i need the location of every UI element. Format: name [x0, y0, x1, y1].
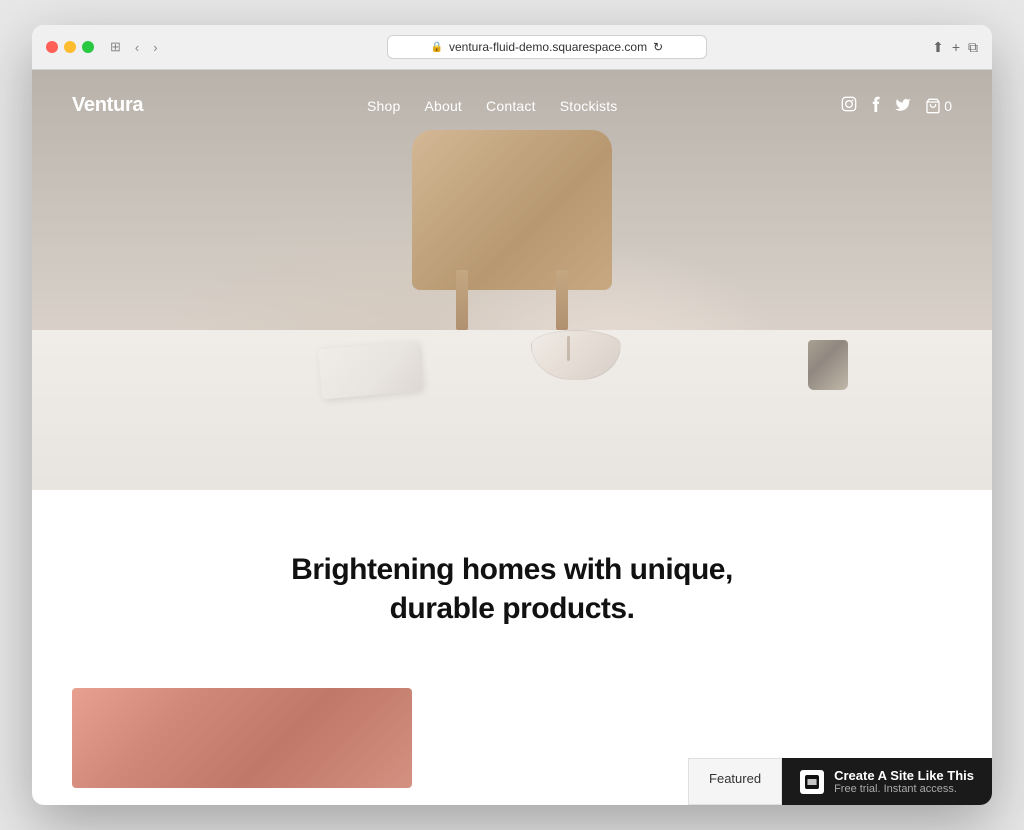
cart-icon[interactable]: 0 [925, 98, 952, 114]
new-tab-button[interactable]: + [952, 39, 960, 55]
chair [372, 130, 652, 330]
share-button[interactable]: ⬆ [932, 39, 944, 56]
squarespace-cta-sub: Free trial. Instant access. [834, 783, 974, 795]
squarespace-cta-title: Create A Site Like This [834, 768, 974, 783]
featured-label: Featured [688, 758, 782, 805]
url-text: ventura-fluid-demo.squarespace.com [449, 40, 647, 54]
browser-controls: ⊞ ‹ › [106, 37, 162, 57]
hero-section: Ventura Shop About Contact Stockists [32, 70, 992, 490]
tagline: Brightening homes with unique, durable p… [262, 550, 762, 628]
address-bar[interactable]: 🔒 ventura-fluid-demo.squarespace.com ↻ [387, 35, 707, 59]
tagline-line1: Brightening homes with unique, [291, 553, 733, 586]
cart-count: 0 [944, 98, 952, 114]
mug [808, 340, 848, 390]
close-button[interactable] [46, 41, 58, 53]
bottom-bar: Featured Create A Site Like This Free tr… [688, 758, 992, 805]
forward-button[interactable]: › [149, 38, 161, 57]
sidebar-toggle-icon[interactable]: ⊞ [106, 37, 125, 57]
reload-icon[interactable]: ↻ [653, 40, 663, 54]
chair-leg-right [556, 270, 568, 330]
windows-button[interactable]: ⧉ [968, 39, 978, 56]
nav-social: 0 [841, 96, 952, 116]
minimize-button[interactable] [64, 41, 76, 53]
squarespace-logo [800, 770, 824, 794]
nav-links: Shop About Contact Stockists [367, 98, 618, 114]
site-logo[interactable]: Ventura [72, 94, 143, 117]
traffic-lights [46, 41, 94, 53]
back-button[interactable]: ‹ [131, 38, 143, 57]
nav-contact[interactable]: Contact [486, 98, 536, 114]
squarespace-text: Create A Site Like This Free trial. Inst… [834, 768, 974, 795]
bowl [531, 330, 621, 390]
browser-window: ⊞ ‹ › 🔒 ventura-fluid-demo.squarespace.c… [32, 25, 992, 805]
content-section: Brightening homes with unique, durable p… [32, 490, 992, 688]
nav-about[interactable]: About [424, 98, 462, 114]
lock-icon: 🔒 [431, 42, 443, 53]
chair-leg-left [456, 270, 468, 330]
chair-back-panel [412, 130, 612, 290]
site-navigation: Ventura Shop About Contact Stockists [32, 70, 992, 141]
squarespace-banner[interactable]: Create A Site Like This Free trial. Inst… [782, 758, 992, 805]
address-bar-container: 🔒 ventura-fluid-demo.squarespace.com ↻ [174, 35, 920, 59]
instagram-icon[interactable] [841, 96, 857, 116]
page-content: Ventura Shop About Contact Stockists [32, 70, 992, 788]
nav-stockists[interactable]: Stockists [560, 98, 618, 114]
browser-chrome: ⊞ ‹ › 🔒 ventura-fluid-demo.squarespace.c… [32, 25, 992, 70]
bowl-body [531, 330, 621, 380]
maximize-button[interactable] [82, 41, 94, 53]
browser-actions: ⬆ + ⧉ [932, 39, 978, 56]
napkin [318, 341, 422, 400]
product-image[interactable] [72, 688, 412, 788]
table-surface [32, 330, 992, 490]
page-wrapper: Ventura Shop About Contact Stockists [32, 70, 992, 805]
bowl-drip [567, 336, 570, 361]
nav-shop[interactable]: Shop [367, 98, 401, 114]
mug-body [808, 340, 848, 390]
twitter-icon[interactable] [895, 97, 911, 115]
facebook-icon[interactable] [871, 96, 881, 116]
tagline-line2: durable products. [390, 592, 635, 625]
